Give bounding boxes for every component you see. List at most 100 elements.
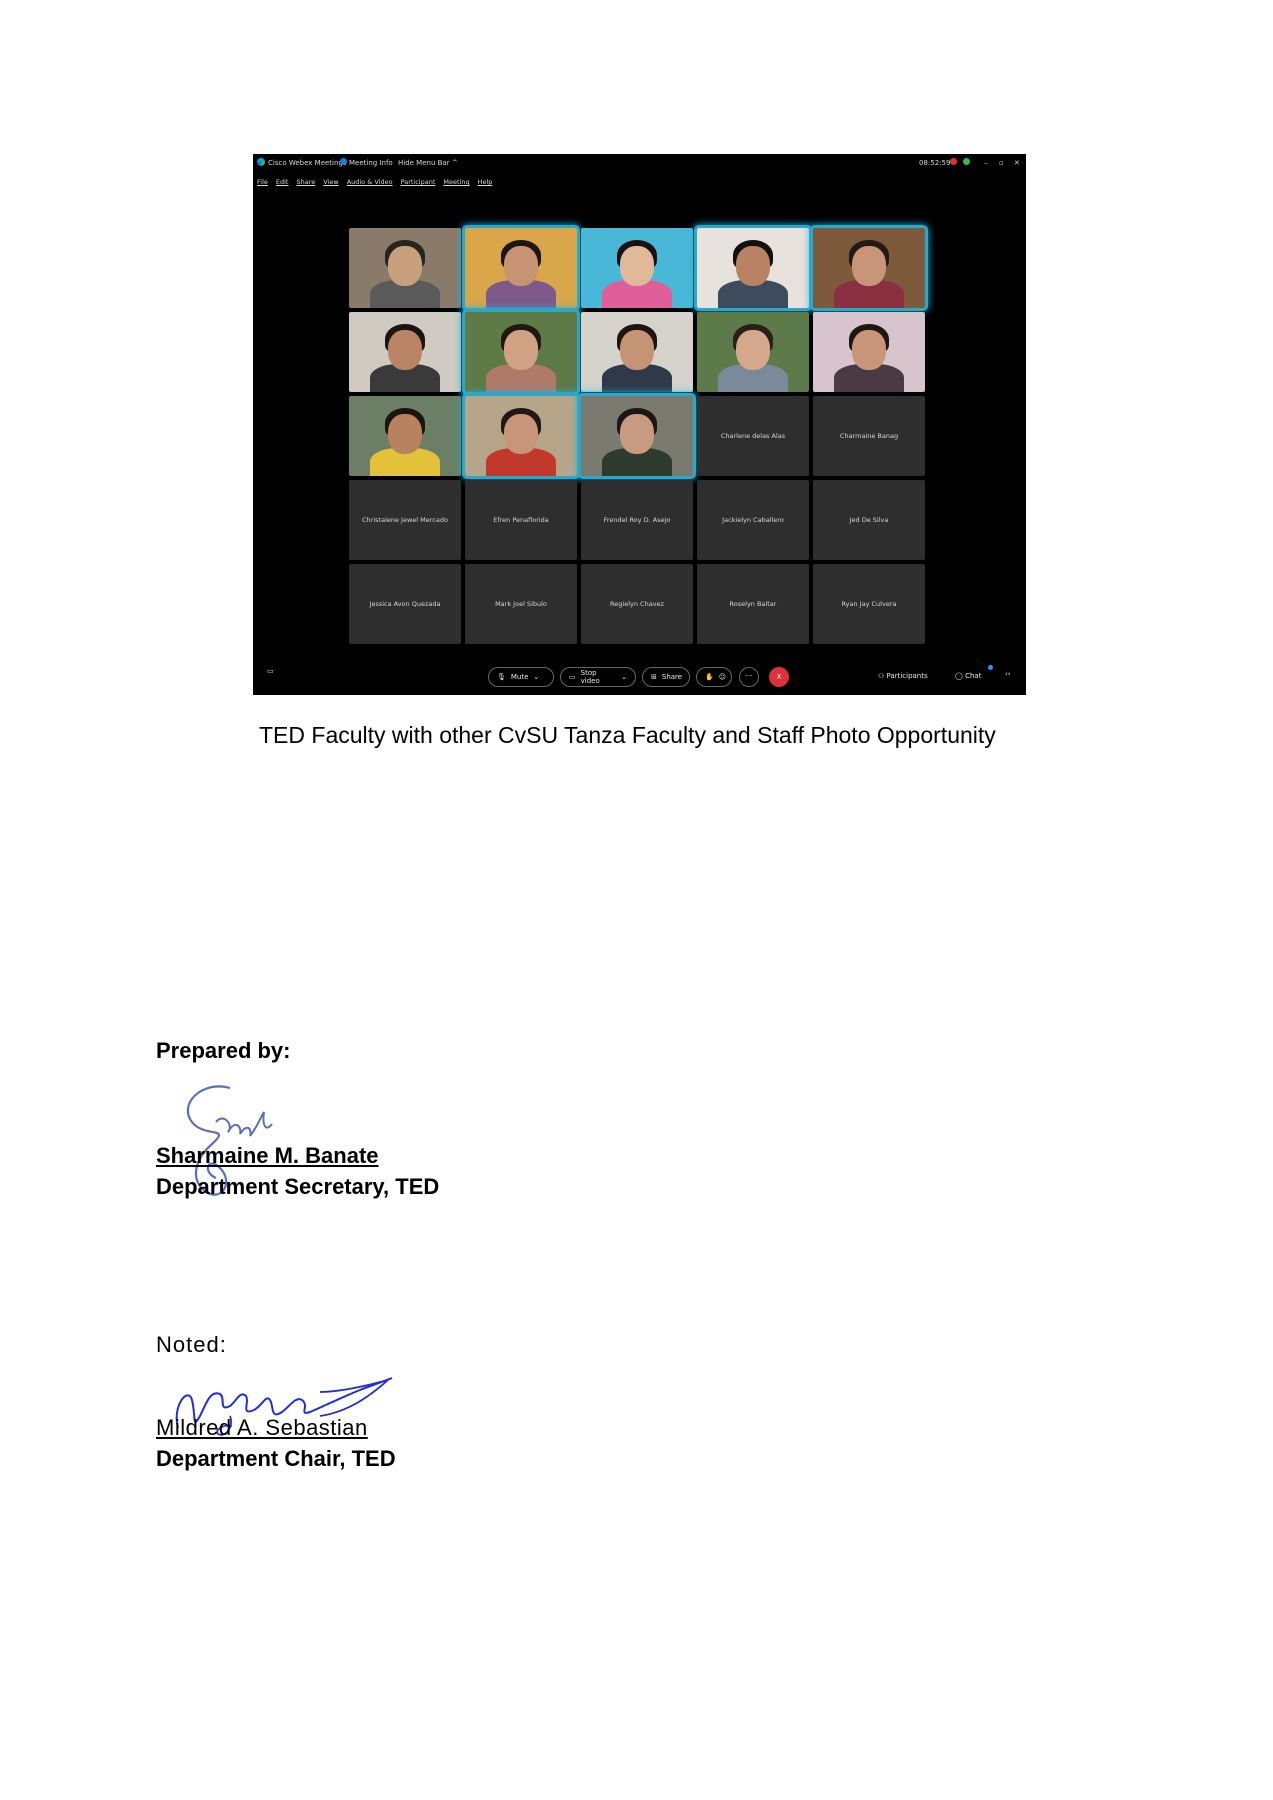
- webex-meeting-screenshot: Cisco Webex Meetings Meeting Info Hide M…: [253, 154, 1026, 695]
- mute-label: Mute: [510, 673, 529, 681]
- minimize-icon[interactable]: –: [984, 159, 988, 167]
- participant-name-tile[interactable]: Efren Penaflorida: [465, 480, 577, 560]
- reactions-button[interactable]: ✋ ☺: [696, 667, 732, 687]
- stop-video-button[interactable]: ▭ Stop video ⌄: [560, 667, 636, 687]
- participant-face: [388, 246, 422, 286]
- info-icon: [340, 158, 347, 165]
- participant-video-tile[interactable]: [349, 396, 461, 476]
- participant-name: Regielyn Chavez: [610, 600, 664, 608]
- participant-name: Charmaine Banag: [839, 432, 899, 440]
- participant-name-tile[interactable]: Frendel Roy D. Asejo: [581, 480, 693, 560]
- participant-face: [620, 330, 654, 370]
- participant-video-tile[interactable]: [349, 228, 461, 308]
- participant-face: [504, 246, 538, 286]
- participant-name: Ryan Jay Culvera: [841, 600, 897, 608]
- menu-item[interactable]: Meeting: [443, 178, 469, 186]
- participant-face: [388, 330, 422, 370]
- chair-title: Department Chair, TED: [156, 1446, 396, 1471]
- participants-button[interactable]: ⚇ Participants: [878, 672, 928, 680]
- chat-label: Chat: [965, 672, 982, 680]
- captions-icon[interactable]: ▭: [267, 667, 274, 675]
- participant-name-tile[interactable]: Jackielyn Caballero: [697, 480, 809, 560]
- participant-video-tile[interactable]: [810, 225, 928, 311]
- participant-name: Mark Joel Sibulo: [495, 600, 547, 608]
- participants-label: Participants: [886, 672, 928, 680]
- raise-hand-icon[interactable]: ✋: [705, 673, 714, 681]
- menu-item[interactable]: File: [257, 178, 268, 186]
- participant-name-tile[interactable]: Charmaine Banag: [813, 396, 925, 476]
- participant-face: [388, 414, 422, 454]
- menu-item[interactable]: Edit: [276, 178, 289, 186]
- participant-video-tile[interactable]: [697, 312, 809, 392]
- participant-video-tile[interactable]: [694, 225, 812, 311]
- participant-name-tile[interactable]: Regielyn Chavez: [581, 564, 693, 644]
- close-icon[interactable]: ✕: [1014, 159, 1020, 167]
- webex-title-bar: Cisco Webex Meetings Meeting Info Hide M…: [253, 154, 1026, 172]
- participant-video-tile[interactable]: [581, 228, 693, 308]
- chat-button[interactable]: ◯ Chat: [955, 672, 981, 680]
- participant-name-tile[interactable]: Christalene Jewel Mercado: [349, 480, 461, 560]
- participant-video-tile[interactable]: [462, 309, 580, 395]
- participant-face: [620, 414, 654, 454]
- reaction-icon[interactable]: ☺: [719, 673, 726, 681]
- participant-name-tile[interactable]: Mark Joel Sibulo: [465, 564, 577, 644]
- restore-icon[interactable]: ▫: [999, 159, 1004, 167]
- participant-video-tile[interactable]: [462, 393, 580, 479]
- chevron-down-icon[interactable]: ⌄: [533, 673, 539, 681]
- participant-name-tile[interactable]: Roselyn Baltar: [697, 564, 809, 644]
- share-button[interactable]: ⊞ Share: [642, 667, 690, 687]
- participant-name: Christalene Jewel Mercado: [362, 516, 448, 524]
- meeting-clock: 08:52:59: [919, 159, 951, 167]
- participant-video-tile[interactable]: [578, 393, 696, 479]
- menu-item[interactable]: View: [323, 178, 338, 186]
- meeting-info-button[interactable]: Meeting Info: [349, 159, 393, 167]
- stop-video-label: Stop video: [580, 669, 600, 685]
- prepared-by-label: Prepared by:: [156, 1038, 291, 1063]
- participant-video-tile[interactable]: [462, 225, 580, 311]
- menu-item[interactable]: Help: [478, 178, 493, 186]
- photo-caption: TED Faculty with other CvSU Tanza Facult…: [259, 722, 996, 748]
- menu-item[interactable]: Share: [296, 178, 315, 186]
- webex-menu-bar: File Edit Share View Audio & Video Participan…: [257, 178, 492, 186]
- recording-icon: [950, 158, 957, 165]
- participant-video-tile[interactable]: [813, 312, 925, 392]
- share-label: Share: [661, 673, 683, 681]
- share-icon: ⊞: [651, 673, 657, 681]
- hide-menu-bar-button[interactable]: Hide Menu Bar ^: [398, 159, 458, 167]
- participant-name-tile[interactable]: Charlene delas Alas: [697, 396, 809, 476]
- participant-face: [620, 246, 654, 286]
- app-name: Cisco Webex Meetings: [268, 159, 347, 167]
- panel-overflow-icon[interactable]: ‹‹: [1005, 670, 1011, 678]
- webex-logo-icon: [257, 158, 265, 166]
- connection-status-icon: [963, 158, 970, 165]
- participant-face: [736, 246, 770, 286]
- participant-name-tile[interactable]: Jessica Avon Quezada: [349, 564, 461, 644]
- mute-button[interactable]: 🎙 Mute ⌄: [488, 667, 554, 687]
- participant-name-tile[interactable]: Ryan Jay Culvera: [813, 564, 925, 644]
- menu-item[interactable]: Participant: [401, 178, 436, 186]
- participant-video-tile[interactable]: [349, 312, 461, 392]
- chat-notification-badge: [988, 665, 993, 670]
- participant-face: [852, 246, 886, 286]
- participant-face: [504, 330, 538, 370]
- camera-icon: ▭: [569, 673, 576, 681]
- participant-name: Charlene delas Alas: [720, 432, 786, 440]
- chair-name: Mildred A. Sebastian: [156, 1415, 368, 1440]
- microphone-icon: 🎙: [497, 673, 506, 681]
- participant-name: Frendel Roy D. Asejo: [603, 516, 671, 524]
- participant-name: Jessica Avon Quezada: [369, 600, 441, 608]
- end-call-button[interactable]: X: [769, 667, 789, 687]
- preparer-name: Sharmaine M. Banate: [156, 1143, 379, 1168]
- participant-name: Jackielyn Caballero: [722, 516, 784, 524]
- participant-name: Jed De Silva: [849, 516, 889, 524]
- participant-name-tile[interactable]: Jed De Silva: [813, 480, 925, 560]
- participant-video-tile[interactable]: [581, 312, 693, 392]
- menu-item[interactable]: Audio & Video: [347, 178, 393, 186]
- participant-name: Efren Penaflorida: [493, 516, 549, 524]
- noted-label: Noted:: [156, 1332, 227, 1357]
- participant-video-grid: Charlene delas Alas Charmaine Banag Christ…: [349, 225, 928, 644]
- participant-face: [852, 330, 886, 370]
- more-options-button[interactable]: ···: [739, 667, 759, 687]
- chevron-down-icon[interactable]: ⌄: [621, 673, 627, 681]
- meeting-controls-toolbar: ▭ 🎙 Mute ⌄ ▭ Stop video ⌄ ⊞ Share ✋ ☺ ··…: [253, 657, 1026, 695]
